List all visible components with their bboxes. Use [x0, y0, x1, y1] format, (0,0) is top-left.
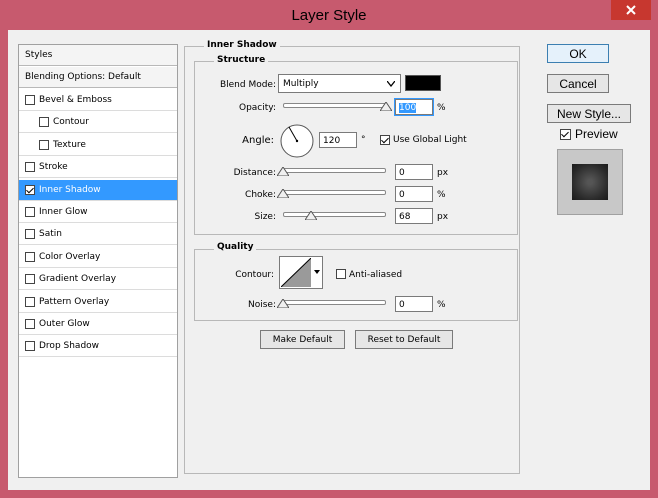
style-item-label: Inner Glow [39, 207, 88, 217]
close-button[interactable] [611, 0, 651, 20]
style-item-label: Pattern Overlay [39, 296, 110, 307]
reset-to-default-button[interactable]: Reset to Default [355, 330, 453, 349]
layer-style-dialog: Layer Style Styles Blending Options: Def… [0, 0, 658, 498]
style-item-checkbox[interactable] [25, 251, 35, 262]
noise-label: Noise: [248, 300, 276, 310]
style-item-satin[interactable]: Satin [19, 224, 177, 246]
style-item-inner-glow[interactable]: Inner Glow [19, 202, 177, 223]
contour-picker[interactable] [279, 256, 323, 289]
noise-slider[interactable] [283, 300, 386, 305]
dialog-body: Styles Blending Options: Default Bevel &… [8, 30, 650, 490]
style-item-label: Inner Shadow [39, 184, 101, 195]
style-item-inner-shadow[interactable]: Inner Shadow [19, 179, 177, 201]
angle-unit: ° [361, 135, 366, 145]
style-item-label: Outer Glow [39, 319, 90, 329]
style-item-contour[interactable]: Contour [19, 112, 177, 134]
quality-group [194, 249, 518, 321]
blend-mode-value: Multiply [283, 79, 319, 89]
style-item-checkbox[interactable] [25, 184, 35, 195]
style-item-drop-shadow[interactable]: Drop Shadow [19, 336, 177, 358]
quality-label: Quality [214, 242, 257, 252]
anti-aliased-checkbox[interactable] [336, 269, 346, 279]
angle-label: Angle: [242, 135, 274, 146]
use-global-light-checkbox[interactable] [380, 135, 390, 145]
preview-thumbnail [557, 149, 623, 215]
choke-unit: % [437, 190, 446, 200]
style-item-stroke[interactable]: Stroke [19, 157, 177, 179]
opacity-label: Opacity: [239, 103, 276, 113]
distance-unit: px [437, 168, 449, 178]
chevron-down-icon [314, 270, 320, 274]
choke-label: Choke: [245, 190, 276, 200]
style-item-checkbox[interactable] [25, 319, 35, 329]
contour-curve-icon [281, 258, 311, 287]
size-unit: px [437, 212, 449, 222]
opacity-input[interactable]: 100 [394, 98, 434, 116]
distance-input[interactable]: 0 [395, 164, 433, 180]
window-title: Layer Style [291, 7, 367, 24]
anti-aliased-label: Anti-aliased [349, 270, 403, 280]
style-item-pattern-overlay[interactable]: Pattern Overlay [19, 292, 177, 313]
style-item-checkbox[interactable] [25, 95, 35, 105]
chevron-down-icon [387, 81, 395, 87]
shadow-color-swatch[interactable] [405, 75, 441, 91]
style-item-checkbox[interactable] [25, 296, 35, 307]
style-item-gradient-overlay[interactable]: Gradient Overlay [19, 269, 177, 291]
noise-unit: % [437, 300, 446, 310]
style-item-label: Color Overlay [39, 251, 101, 262]
choke-input[interactable]: 0 [395, 186, 433, 202]
choke-slider[interactable] [283, 190, 386, 195]
style-item-label: Drop Shadow [39, 341, 100, 352]
size-slider[interactable] [283, 212, 386, 217]
style-item-outer-glow[interactable]: Outer Glow [19, 314, 177, 335]
make-default-button[interactable]: Make Default [260, 330, 345, 349]
structure-label: Structure [214, 55, 269, 65]
style-item-color-overlay[interactable]: Color Overlay [19, 247, 177, 268]
opacity-unit: % [437, 103, 446, 113]
style-item-checkbox[interactable] [39, 117, 49, 128]
blend-mode-label: Blend Mode: [219, 80, 276, 90]
style-item-label: Bevel & Emboss [39, 95, 112, 105]
blending-options-item[interactable]: Blending Options: Default [19, 67, 177, 88]
distance-label: Distance: [233, 168, 276, 178]
opacity-slider[interactable] [283, 103, 386, 108]
title-bar[interactable]: Layer Style [0, 0, 658, 30]
size-input[interactable]: 68 [395, 208, 433, 224]
style-item-checkbox[interactable] [25, 207, 35, 217]
styles-header[interactable]: Styles [19, 45, 177, 66]
style-item-label: Satin [39, 229, 62, 240]
style-item-checkbox[interactable] [39, 139, 49, 150]
ok-button[interactable]: OK [547, 44, 609, 63]
use-global-light-label: Use Global Light [393, 135, 467, 145]
close-icon [626, 5, 636, 15]
styles-list: Styles Blending Options: Default Bevel &… [18, 44, 178, 478]
inner-shadow-title: Inner Shadow [204, 40, 280, 50]
new-style-button[interactable]: New Style... [547, 104, 631, 123]
style-item-label: Gradient Overlay [39, 274, 117, 285]
angle-input[interactable]: 120 [319, 132, 357, 148]
size-label: Size: [254, 212, 276, 222]
cancel-button[interactable]: Cancel [547, 74, 609, 93]
style-item-label: Contour [53, 117, 89, 128]
preview-checkbox[interactable] [560, 129, 571, 140]
preview-swatch [572, 164, 608, 200]
distance-slider[interactable] [283, 168, 386, 173]
style-item-bevel-emboss[interactable]: Bevel & Emboss [19, 90, 177, 111]
style-item-checkbox[interactable] [25, 162, 35, 173]
style-item-checkbox[interactable] [25, 341, 35, 352]
style-item-label: Texture [53, 139, 86, 150]
preview-label: Preview [575, 127, 618, 141]
contour-label: Contour: [235, 270, 274, 280]
angle-dial[interactable] [279, 123, 315, 159]
style-item-checkbox[interactable] [25, 274, 35, 285]
blend-mode-select[interactable]: Multiply [278, 74, 401, 93]
style-item-texture[interactable]: Texture [19, 135, 177, 156]
style-item-checkbox[interactable] [25, 229, 35, 240]
style-item-label: Stroke [39, 162, 68, 173]
noise-input[interactable]: 0 [395, 296, 433, 312]
